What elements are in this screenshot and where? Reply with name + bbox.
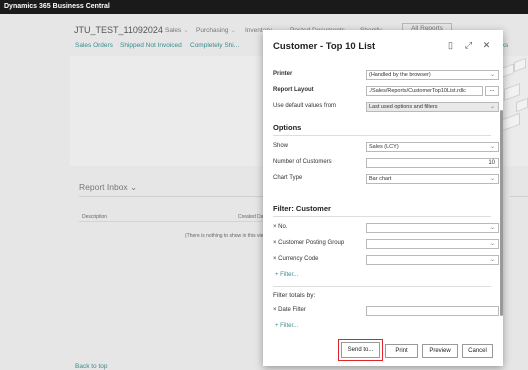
filter-totals-heading: Filter totals by: bbox=[273, 292, 316, 299]
show-select[interactable]: Sales (LCY) ⌄ bbox=[366, 142, 499, 152]
date-filter-label[interactable]: × Date Filter bbox=[273, 307, 306, 313]
show-label: Show bbox=[273, 143, 289, 149]
chevron-down-icon: ⌄ bbox=[489, 241, 495, 247]
divider bbox=[273, 286, 491, 287]
printer-row: Printer (Handled by the browser) ⌄ bbox=[273, 70, 499, 80]
dialog-controls: ▯ ⤢ ✕ bbox=[446, 39, 491, 51]
report-inbox-title[interactable]: Report Inbox ⌄ bbox=[79, 182, 137, 193]
nav-purchasing[interactable]: Purchasing ⌄ bbox=[196, 26, 236, 34]
layout-label: Report Layout bbox=[273, 87, 314, 93]
empty-message: (There is nothing to show in this view) bbox=[185, 233, 269, 239]
printer-select[interactable]: (Handled by the browser) ⌄ bbox=[366, 70, 499, 80]
link-shipped-not-invoiced[interactable]: Shipped Not Invoiced bbox=[120, 42, 182, 49]
defaults-label: Use default values from bbox=[273, 103, 337, 109]
chevron-down-icon: ⌄ bbox=[489, 176, 495, 182]
dialog-title: Customer - Top 10 List bbox=[273, 41, 376, 52]
add-filter-totals-link[interactable]: + Filter... bbox=[275, 323, 298, 329]
filter-posting-group-label[interactable]: × Customer Posting Group bbox=[273, 240, 344, 246]
chevron-down-icon: ⌄ bbox=[489, 225, 495, 231]
defaults-select[interactable]: Last used options and filters ⌄ bbox=[366, 102, 499, 112]
number-of-customers-input[interactable]: 10 bbox=[366, 158, 499, 168]
cancel-button[interactable]: Cancel bbox=[462, 344, 493, 358]
filter-currency-input[interactable]: ⌄ bbox=[366, 255, 499, 265]
app-title: Dynamics 365 Business Central bbox=[4, 3, 110, 10]
filter-currency-row: × Currency Code ⌄ bbox=[273, 255, 499, 265]
app-bar: Dynamics 365 Business Central bbox=[0, 0, 528, 14]
nav-sales[interactable]: Sales ⌄ bbox=[165, 26, 189, 34]
dialog-scrollbar[interactable] bbox=[500, 110, 503, 316]
layout-row: Report Layout ./Sales/Reports/CustomerTo… bbox=[273, 86, 499, 96]
chevron-down-icon: ⌄ bbox=[489, 104, 495, 110]
filter-customer-heading[interactable]: Filter: Customer bbox=[273, 204, 331, 213]
column-header-description[interactable]: Description bbox=[82, 214, 107, 220]
column-header-created[interactable]: Created Da bbox=[238, 214, 264, 220]
send-to-button[interactable]: Send to... bbox=[341, 342, 380, 358]
divider bbox=[79, 196, 265, 197]
print-button[interactable]: Print bbox=[385, 344, 418, 358]
filter-currency-label[interactable]: × Currency Code bbox=[273, 256, 319, 262]
chart-type-select[interactable]: Bar chart ⌄ bbox=[366, 174, 499, 184]
preview-button[interactable]: Preview bbox=[422, 344, 458, 358]
chevron-down-icon: ⌄ bbox=[489, 72, 495, 78]
link-sales-orders[interactable]: Sales Orders bbox=[75, 42, 113, 49]
add-filter-link[interactable]: + Filter... bbox=[275, 272, 298, 278]
dialog-content[interactable]: Printer (Handled by the browser) ⌄ Report… bbox=[263, 62, 503, 330]
divider bbox=[273, 135, 491, 136]
show-row: Show Sales (LCY) ⌄ bbox=[273, 142, 499, 152]
date-filter-row: × Date Filter bbox=[273, 306, 499, 316]
dialog-footer: Send to... Print Preview Cancel bbox=[263, 330, 503, 366]
number-label: Number of Customers bbox=[273, 159, 332, 165]
report-request-dialog: Customer - Top 10 List ▯ ⤢ ✕ Printer (Ha… bbox=[263, 30, 503, 366]
filter-no-label[interactable]: × No. bbox=[273, 224, 288, 230]
filter-posting-group-row: × Customer Posting Group ⌄ bbox=[273, 239, 499, 249]
number-row: Number of Customers 10 bbox=[273, 158, 499, 168]
layout-lookup-button[interactable]: ... bbox=[485, 86, 499, 96]
back-to-top-link[interactable]: Back to top bbox=[75, 363, 108, 370]
chart-type-label: Chart Type bbox=[273, 175, 303, 181]
date-filter-input[interactable] bbox=[366, 306, 499, 316]
chart-type-row: Chart Type Bar chart ⌄ bbox=[273, 174, 499, 184]
page-icon[interactable]: ▯ bbox=[446, 39, 455, 51]
divider bbox=[510, 196, 528, 197]
link-completely-shipped[interactable]: Completely Shi... bbox=[190, 42, 239, 49]
filter-posting-group-input[interactable]: ⌄ bbox=[366, 239, 499, 249]
filter-no-input[interactable]: ⌄ bbox=[366, 223, 499, 233]
expand-icon[interactable]: ⤢ bbox=[464, 39, 473, 51]
options-heading[interactable]: Options bbox=[273, 123, 301, 132]
divider bbox=[273, 216, 491, 217]
chevron-down-icon: ⌄ bbox=[489, 257, 495, 263]
printer-label: Printer bbox=[273, 71, 293, 77]
close-icon[interactable]: ✕ bbox=[482, 39, 491, 51]
company-name[interactable]: JTU_TEST_11092024 bbox=[74, 25, 163, 35]
chevron-down-icon: ⌄ bbox=[489, 144, 495, 150]
layout-field[interactable]: ./Sales/Reports/CustomerTop10List.rdlc bbox=[366, 86, 483, 96]
filter-no-row: × No. ⌄ bbox=[273, 223, 499, 233]
divider bbox=[79, 221, 265, 222]
defaults-row: Use default values from Last used option… bbox=[273, 102, 499, 112]
